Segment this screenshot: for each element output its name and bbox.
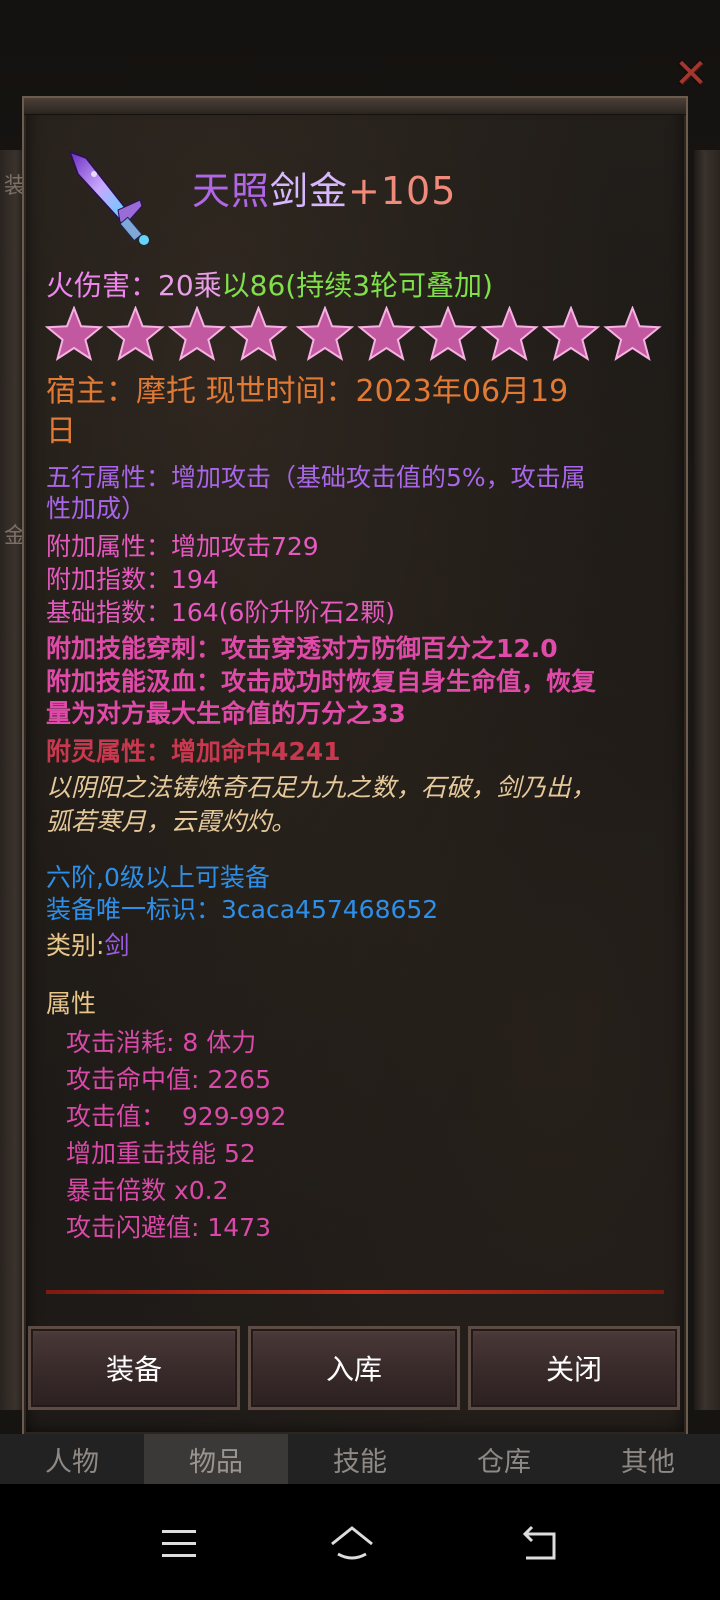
star-icon <box>603 306 662 361</box>
tab-items[interactable]: 物品 <box>144 1434 288 1484</box>
action-buttons: 装备 入库 关闭 <box>28 1326 682 1410</box>
category-label: 类别: <box>46 931 105 960</box>
star-icon <box>541 306 601 361</box>
category-value: 剑 <box>104 931 130 960</box>
fire-damage-label: 火伤害： <box>46 269 159 302</box>
divider-line <box>46 1290 664 1294</box>
base-index: 基础指数：164(6阶升阶石2颗) <box>46 598 396 627</box>
panel-top-border <box>24 98 686 115</box>
star-icon <box>106 306 165 361</box>
owner-line-2: 日 <box>46 414 76 449</box>
back-icon[interactable] <box>508 1514 568 1574</box>
sword-icon <box>68 150 149 245</box>
tab-skills[interactable]: 技能 <box>288 1434 432 1484</box>
star-icon <box>357 306 416 361</box>
attribute-row: 攻击命中值: 2265 <box>66 1065 271 1094</box>
system-nav-bar <box>0 1484 720 1600</box>
title-name: 剑金 <box>270 169 349 213</box>
bottom-tab-bar: 人物 物品 技能 仓库 其他 <box>0 1434 720 1484</box>
title-prefix: 天照 <box>192 169 271 213</box>
item-title: 天照剑金+105 <box>192 160 456 215</box>
skill-drain-line-1: 附加技能汲血：攻击成功时恢复自身生命值，恢复 <box>46 667 597 696</box>
fire-damage-value: 20乘 <box>158 269 222 302</box>
category-line: 类别:剑 <box>46 930 129 962</box>
item-detail-panel: 天照剑金+105 火伤害：20乘以86(持续3轮可叠加) 宿主：摩托 现世时间：… <box>22 96 688 1436</box>
description-line-2: 弧若寒月，云霞灼灼。 <box>46 807 297 836</box>
star-icon <box>229 306 288 361</box>
attribute-row: 暴击倍数 x0.2 <box>66 1176 229 1205</box>
tab-other[interactable]: 其他 <box>576 1434 720 1484</box>
star-icon <box>480 306 539 361</box>
extra-attribute: 附加属性：增加攻击729 <box>46 532 319 561</box>
fire-damage-line: 火伤害：20乘以86(持续3轮可叠加) <box>46 270 493 302</box>
extra-index: 附加指数：194 <box>46 565 219 594</box>
owner-line-1: 宿主：摩托 现世时间：2023年06月19 <box>46 374 569 409</box>
close-icon[interactable]: ✕ <box>672 54 710 94</box>
attribute-row: 攻击闪避值: 1473 <box>66 1213 271 1242</box>
five-elements-line-2: 性加成） <box>46 494 147 523</box>
star-rating <box>44 306 662 361</box>
attribute-row: 攻击值： 929-992 <box>66 1102 287 1131</box>
tab-character[interactable]: 人物 <box>0 1434 144 1484</box>
menu-icon[interactable] <box>150 1514 210 1574</box>
star-icon <box>167 306 227 361</box>
right-side-panel <box>694 150 720 1410</box>
close-button[interactable]: 关闭 <box>468 1326 680 1410</box>
home-icon[interactable] <box>322 1514 382 1574</box>
title-enhance-level: +105 <box>348 169 457 213</box>
equip-button[interactable]: 装备 <box>28 1326 240 1410</box>
star-icon <box>295 306 355 361</box>
skill-pierce: 附加技能穿刺：攻击穿透对方防御百分之12.0 <box>46 634 558 663</box>
attributes-heading: 属性 <box>46 989 97 1018</box>
description-line-1: 以阴阳之法铸炼奇石足九九之数，石破，剑乃出， <box>46 773 597 802</box>
skill-drain-line-2: 量为对方最大生命值的万分之33 <box>46 699 406 728</box>
star-icon <box>44 306 104 361</box>
fire-damage-detail: 以86(持续3轮可叠加) <box>221 269 493 302</box>
attribute-row: 攻击消耗: 8 体力 <box>66 1028 257 1057</box>
equip-requirement: 六阶,0级以上可装备 <box>46 863 270 892</box>
tab-warehouse[interactable]: 仓库 <box>432 1434 576 1484</box>
unique-id: 装备唯一标识：3caca457468652 <box>46 895 439 924</box>
star-icon <box>418 306 478 361</box>
attribute-row: 增加重击技能 52 <box>66 1139 256 1168</box>
store-button[interactable]: 入库 <box>248 1326 460 1410</box>
five-elements-line-1: 五行属性：增加攻击（基础攻击值的5%，攻击属 <box>46 463 586 492</box>
spirit-attribute: 附灵属性：增加命中4241 <box>46 737 341 766</box>
